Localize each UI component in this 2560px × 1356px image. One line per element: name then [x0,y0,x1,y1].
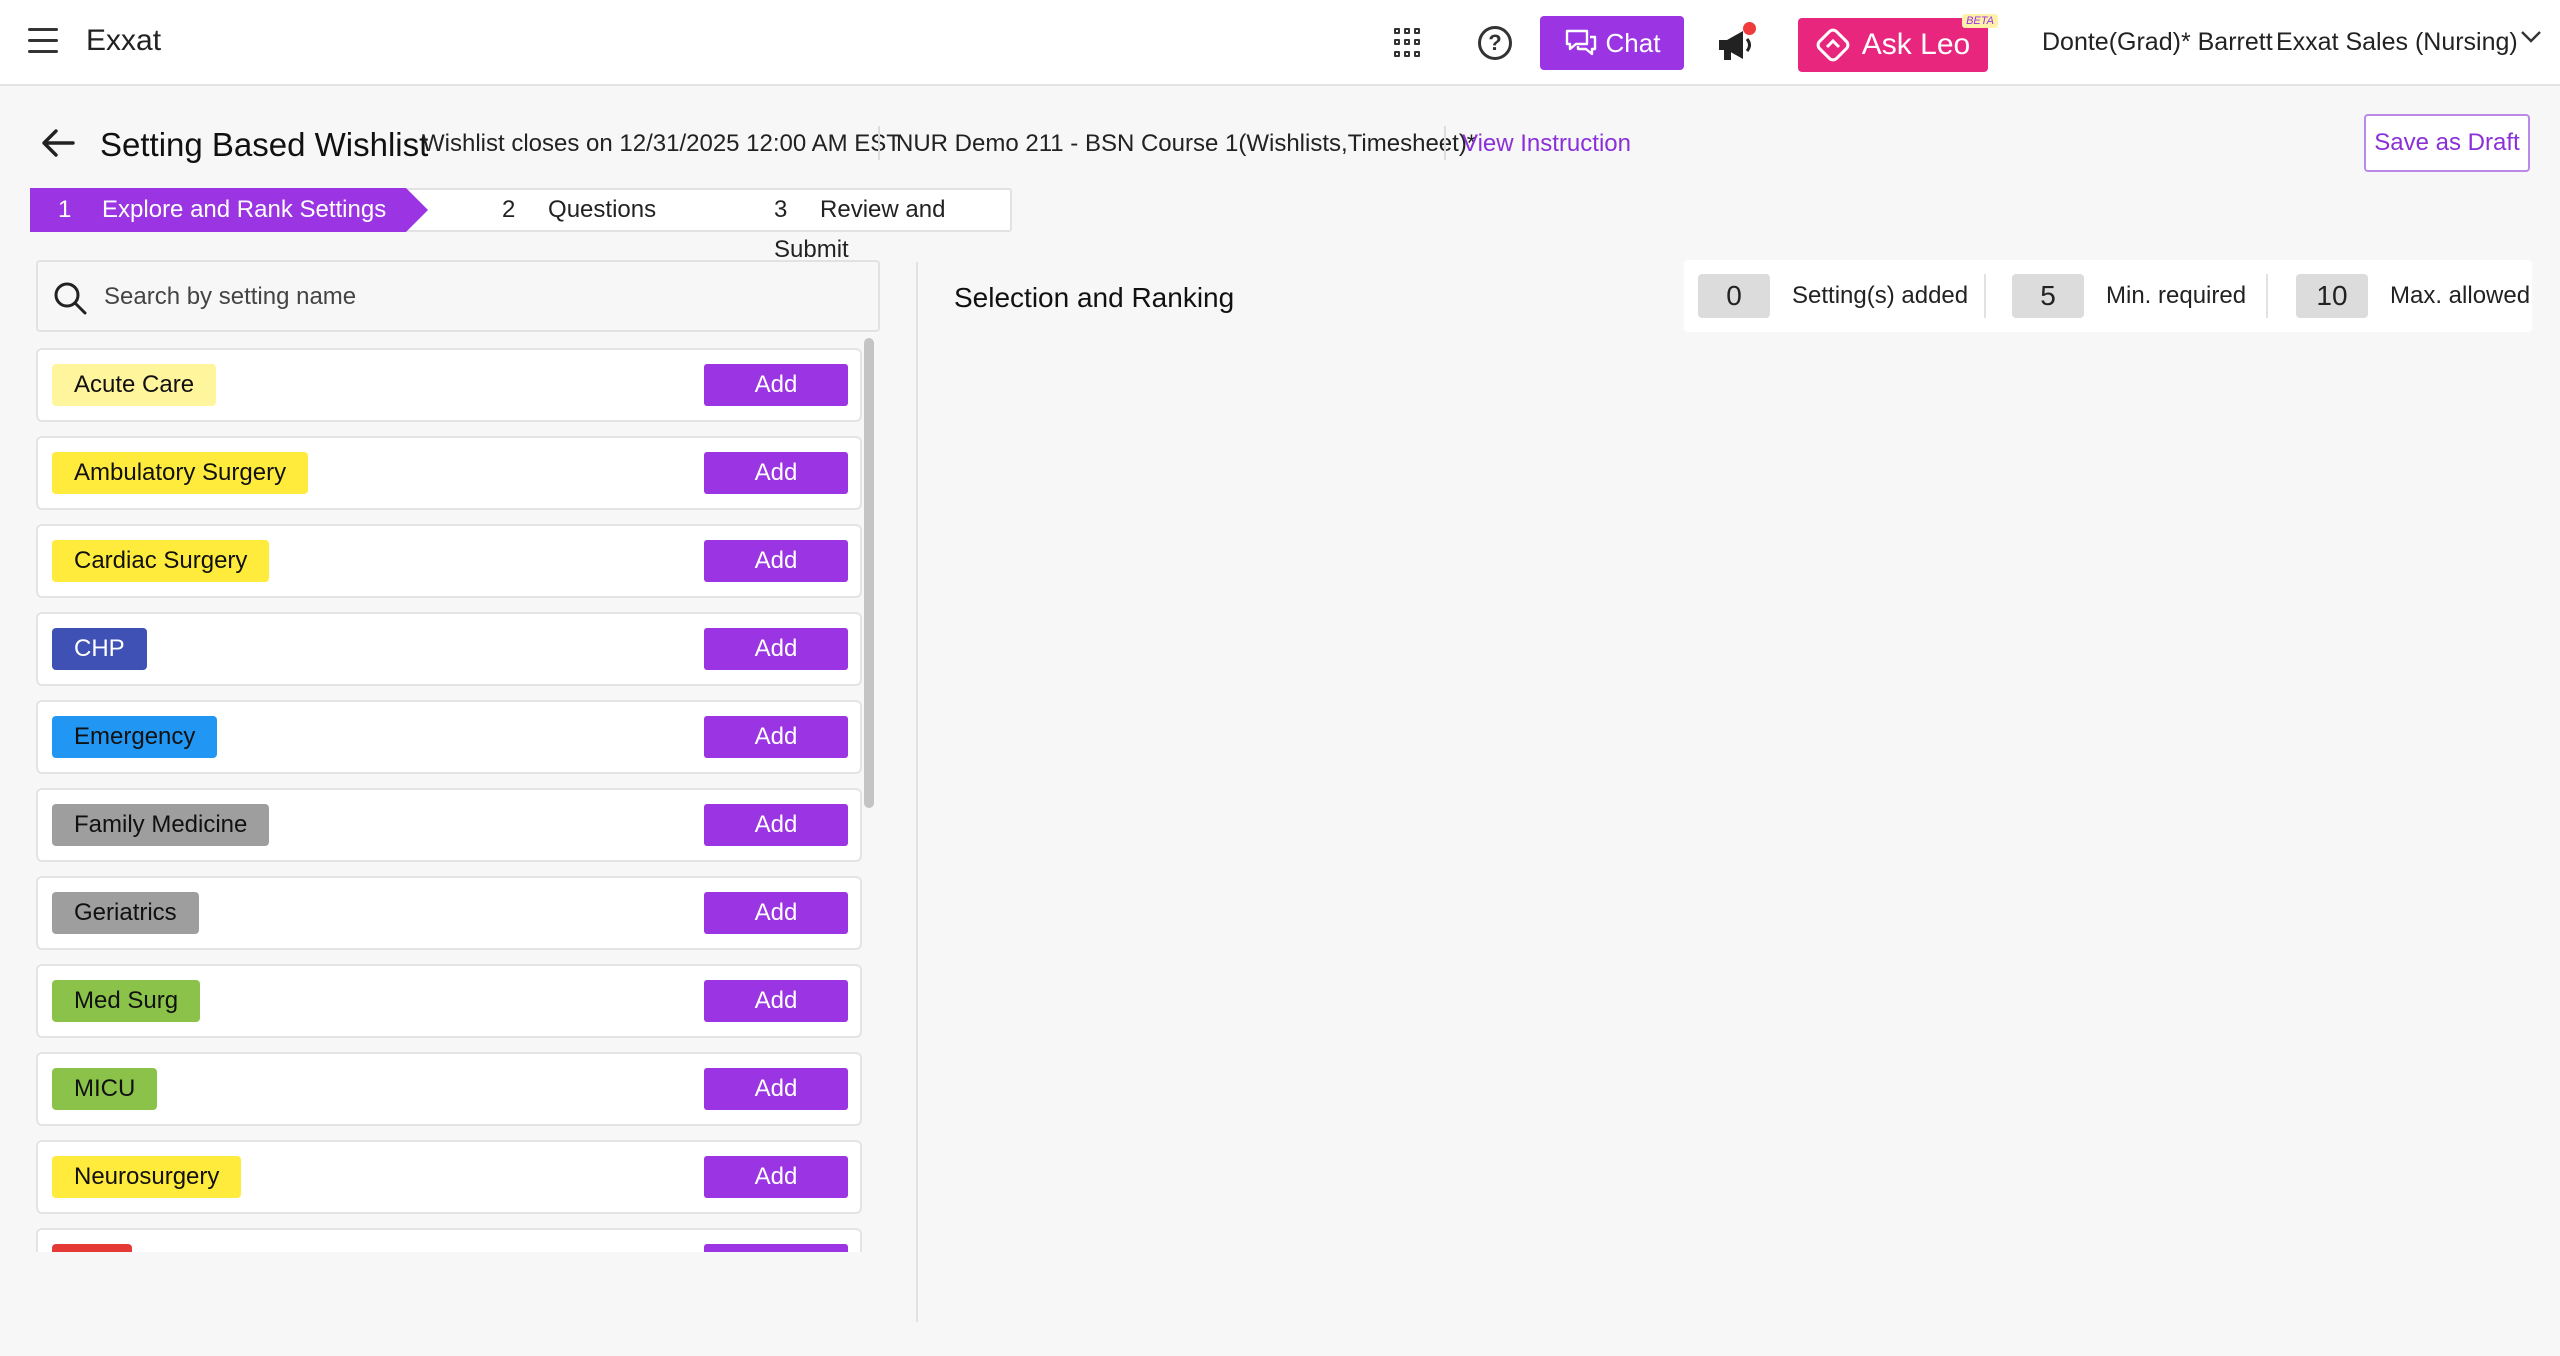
back-arrow-icon[interactable] [40,128,76,158]
max-allowed-counter: 10 Max. allowed [2296,274,2530,318]
view-instruction-link[interactable]: View Instruction [1462,130,1631,158]
counter-divider [2266,274,2268,318]
step-number: 2 [502,196,516,223]
add-button[interactable]: Add [704,892,848,934]
list-item: Emergency Add [36,700,862,774]
notification-dot [1743,22,1756,35]
setting-tag: Neurosurgery [52,1156,242,1198]
list-item: MICU Add [36,1052,862,1126]
list-item: CHP Add [36,612,862,686]
wishlist-close-info: Wishlist closes on 12/31/2025 12:00 AM E… [422,130,901,157]
list-item [36,1228,862,1252]
step-review-submit[interactable]: 3 Review and Submit [774,190,1010,263]
search-input[interactable] [104,272,864,322]
list-item: Geriatrics Add [36,876,862,950]
added-label: Setting(s) added [1792,282,1969,309]
ask-leo-label: Ask Leo [1861,28,1971,61]
wizard-stepper: 1 Explore and Rank Settings 2 Questions … [30,188,1012,263]
list-item: Med Surg Add [36,964,862,1038]
step-label: Questions [548,196,657,223]
help-icon[interactable]: ? [1478,26,1512,60]
beta-badge: BETA [1962,14,1998,28]
settings-added-counter: 0 Setting(s) added [1698,274,1968,318]
user-name[interactable]: Donte(Grad)* Barrett [2042,28,2273,57]
max-count: 10 [2296,274,2368,318]
chat-button[interactable]: Chat [1540,16,1684,70]
search-icon [54,282,87,315]
add-button[interactable]: Add [704,980,848,1022]
add-button[interactable]: Add [704,1156,848,1198]
added-count: 0 [1698,274,1770,318]
list-item: Cardiac Surgery Add [36,524,862,598]
selection-title: Selection and Ranking [954,282,1235,313]
ask-leo-icon [1816,28,1850,62]
ask-leo-button[interactable]: Ask Leo BETA [1798,14,1998,72]
chat-label: Chat [1605,27,1661,58]
save-as-draft-button[interactable]: Save as Draft [2364,114,2530,172]
list-item: Ambulatory Surgery Add [36,436,862,510]
add-button[interactable]: Add [704,804,848,846]
chevron-down-icon[interactable] [2520,30,2542,44]
panel-divider [916,262,918,1322]
add-button[interactable]: Add [704,364,848,406]
step-explore-rank[interactable]: 1 Explore and Rank Settings [30,188,428,232]
add-button[interactable]: Add [704,716,848,758]
course-info: NUR Demo 211 - BSN Course 1(Wishlists,Ti… [896,130,1477,157]
list-item: Neurosurgery Add [36,1140,862,1214]
setting-tag: CHP [52,628,147,670]
counters-bar: 0 Setting(s) added 5 Min. required 10 Ma… [1684,260,2532,332]
settings-list: Acute Care Add Ambulatory Surgery Add Ca… [36,340,880,1252]
page-title: Setting Based Wishlist [100,126,429,163]
step-questions[interactable]: 2 Questions [502,190,656,230]
list-item: Family Medicine Add [36,788,862,862]
step-label: Explore and Rank Settings [102,196,387,223]
setting-tag [52,1244,132,1252]
setting-tag: Family Medicine [52,804,270,846]
megaphone-icon[interactable] [1716,22,1756,62]
counter-divider [1984,274,1986,318]
add-button[interactable]: Add [704,628,848,670]
min-label: Min. required [2106,282,2247,309]
add-button[interactable]: Add [704,540,848,582]
step-number: 3 [774,196,788,223]
min-required-counter: 5 Min. required [2012,274,2246,318]
step-label: Review and Submit [774,196,946,263]
brand-name: Exxat [86,24,162,57]
header-divider [878,126,880,160]
org-name[interactable]: Exxat Sales (Nursing) [2276,28,2518,57]
setting-tag: Cardiac Surgery [52,540,270,582]
add-button[interactable]: Add [704,452,848,494]
add-button[interactable] [704,1244,848,1252]
top-bar: Exxat ? Chat Ask Leo BETA Donte(Grad)* B… [0,0,2560,86]
step-number: 1 [58,196,72,223]
setting-tag: Geriatrics [52,892,199,934]
setting-tag: MICU [52,1068,158,1110]
setting-tag: Acute Care [52,364,217,406]
setting-tag: Med Surg [52,980,201,1022]
max-label: Max. allowed [2390,282,2531,309]
setting-tag: Ambulatory Surgery [52,452,309,494]
list-item: Acute Care Add [36,348,862,422]
min-count: 5 [2012,274,2084,318]
menu-icon[interactable] [28,28,58,53]
header-divider [1444,126,1446,160]
list-scrollbar[interactable] [864,338,874,808]
apps-grid-icon[interactable] [1394,28,1424,58]
setting-tag: Emergency [52,716,218,758]
add-button[interactable]: Add [704,1068,848,1110]
search-box [36,260,880,332]
chat-bubbles-icon [1565,29,1596,56]
